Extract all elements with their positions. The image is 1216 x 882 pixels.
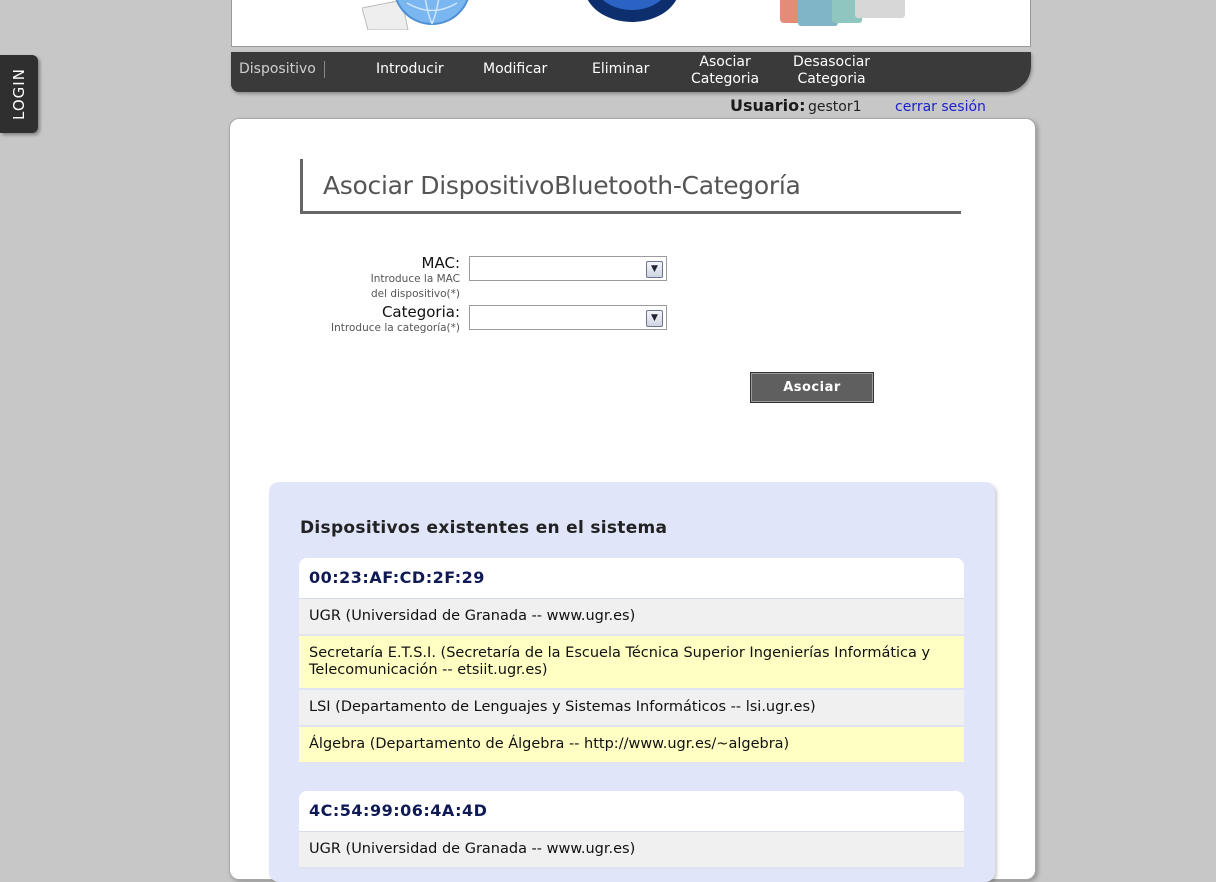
logout-link[interactable]: cerrar sesión	[895, 99, 986, 115]
bluetooth-icon	[587, 0, 677, 22]
user-label: Usuario:	[730, 96, 806, 115]
main-navbar: Dispositivo Introducir Modificar Elimina…	[231, 52, 1031, 92]
asociar-button[interactable]: Asociar	[750, 372, 874, 403]
device-category-row: UGR (Universidad de Granada -- www.ugr.e…	[299, 832, 964, 869]
page-title: Asociar DispositivoBluetooth-Categoría	[323, 171, 801, 200]
device-card: 4C:54:99:06:4A:4D UGR (Universidad de Gr…	[299, 791, 964, 869]
page-title-box: Asociar DispositivoBluetooth-Categoría	[300, 159, 961, 214]
nav-item-dispositivo[interactable]: Dispositivo	[239, 61, 325, 78]
categoria-hint: Introduce la categoría(*)	[331, 322, 460, 334]
nav-item-desasociar-categoria[interactable]: Desasociar Categoria	[793, 54, 870, 88]
nav-item-modificar[interactable]: Modificar	[483, 61, 547, 78]
login-tab[interactable]: LOGIN	[0, 55, 38, 133]
device-category-row: Álgebra (Departamento de Álgebra -- http…	[299, 727, 964, 764]
categoria-select[interactable]: ▼	[469, 305, 667, 330]
mac-label-group: MAC: Introduce la MAC del dispositivo(*)	[260, 254, 460, 302]
devices-heading: Dispositivos existentes en el sistema	[300, 518, 668, 538]
device-mac: 4C:54:99:06:4A:4D	[299, 791, 964, 832]
nav-item-asociar-categoria[interactable]: Asociar Categoria	[691, 54, 759, 88]
login-tab-label: LOGIN	[10, 68, 28, 120]
globe-icon	[362, 0, 469, 30]
categoria-label-group: Categoria: Introduce la categoría(*)	[260, 303, 460, 336]
header-banner	[231, 0, 1031, 47]
categoria-label: Categoria:	[381, 303, 460, 321]
mac-hint: Introduce la MAC del dispositivo(*)	[370, 273, 460, 300]
devices-panel: Dispositivos existentes en el sistema 00…	[269, 482, 995, 882]
device-mac: 00:23:AF:CD:2F:29	[299, 558, 964, 599]
mac-label: MAC:	[421, 254, 460, 272]
nav-item-introducir[interactable]: Introducir	[376, 61, 444, 78]
books-icon	[780, 0, 905, 26]
chevron-down-icon[interactable]: ▼	[646, 310, 663, 327]
device-card: 00:23:AF:CD:2F:29 UGR (Universidad de Gr…	[299, 558, 964, 764]
mac-select[interactable]: ▼	[469, 256, 667, 281]
chevron-down-icon[interactable]: ▼	[646, 261, 663, 278]
device-category-row: UGR (Universidad de Granada -- www.ugr.e…	[299, 599, 964, 636]
user-name: gestor1	[808, 99, 862, 115]
device-category-row: Secretaría E.T.S.I. (Secretaría de la Es…	[299, 636, 964, 690]
device-category-row: LSI (Departamento de Lenguajes y Sistema…	[299, 690, 964, 727]
nav-item-eliminar[interactable]: Eliminar	[592, 61, 649, 78]
